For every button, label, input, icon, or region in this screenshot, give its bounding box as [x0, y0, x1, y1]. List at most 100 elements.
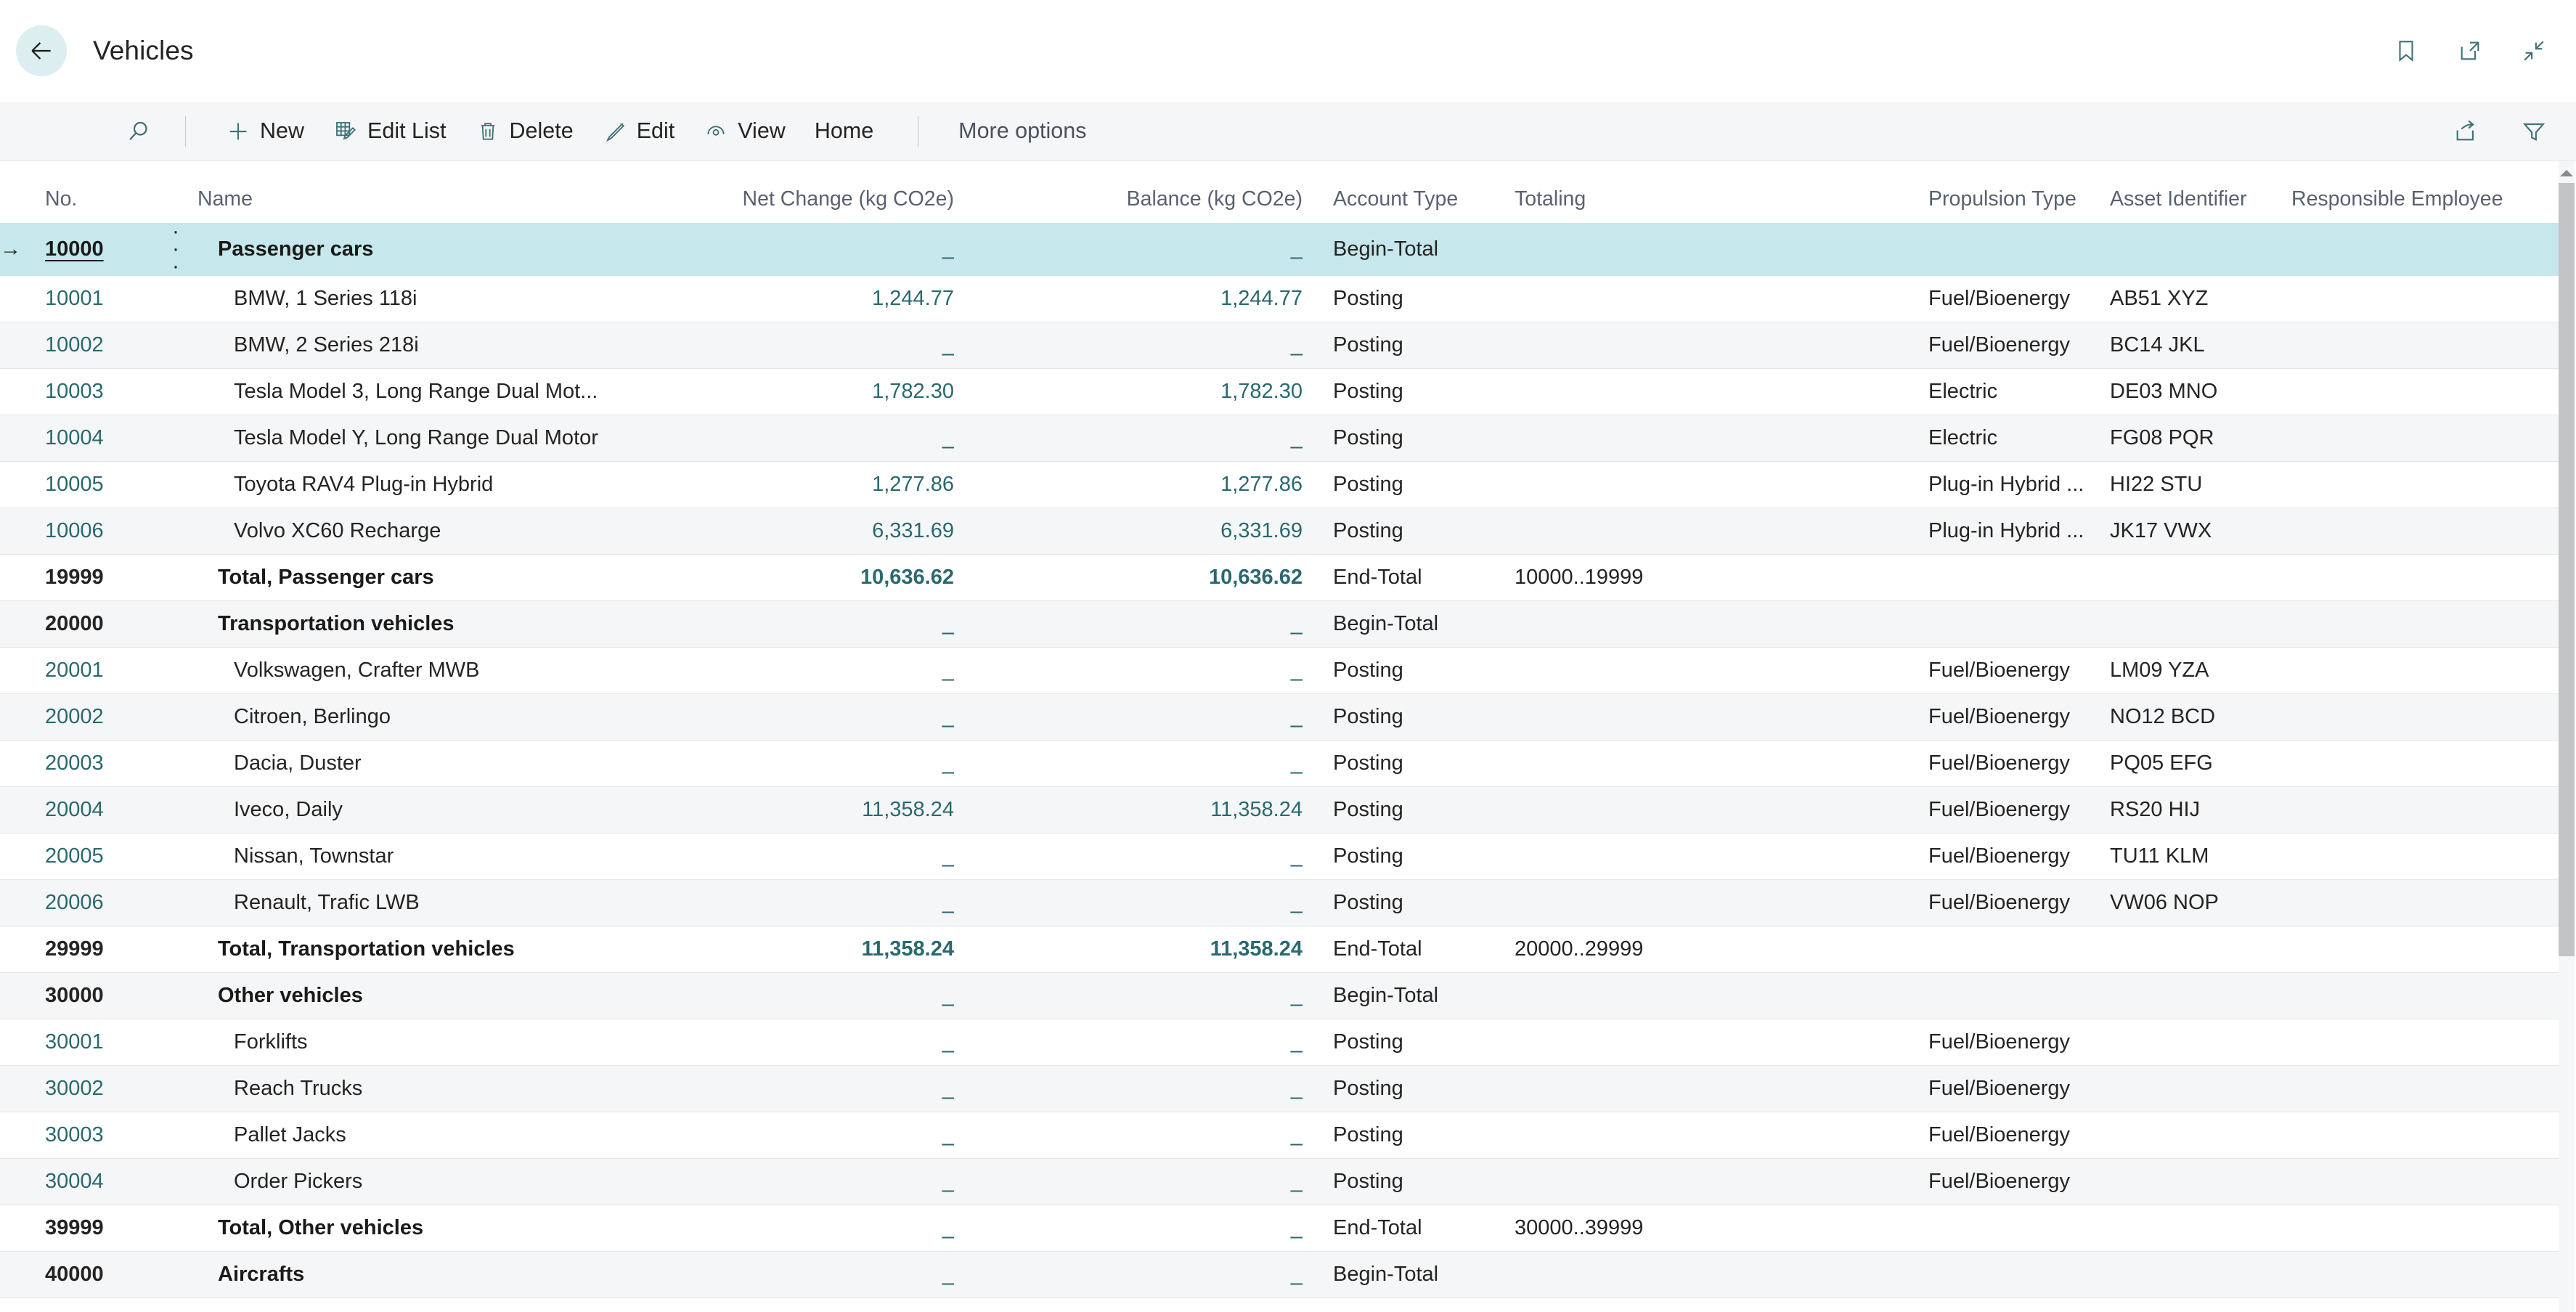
- row-number-link[interactable]: 30003: [45, 1123, 104, 1146]
- vertical-scrollbar[interactable]: [2559, 161, 2575, 1312]
- collapse-icon[interactable]: [2518, 35, 2550, 67]
- cell-no[interactable]: 29999: [45, 926, 154, 973]
- cell-no[interactable]: 20002: [45, 693, 154, 741]
- row-number-link[interactable]: 10001: [45, 287, 104, 310]
- column-header-asset-identifier[interactable]: Asset Identifier: [2092, 161, 2274, 223]
- cell-no[interactable]: 19999: [45, 554, 154, 601]
- edit-list-button[interactable]: Edit List: [321, 110, 459, 153]
- row-number-link[interactable]: 20003: [45, 751, 104, 775]
- column-header-account-type[interactable]: Account Type: [1316, 161, 1497, 223]
- bookmark-icon[interactable]: [2390, 35, 2422, 67]
- table-row[interactable]: 20002 Citroen, Berlingo – – Posting Fuel/Bioe…: [0, 693, 2559, 741]
- table-row[interactable]: 39999 Total, Other vehicles – – End-Total 300…: [0, 1205, 2559, 1252]
- table-row[interactable]: 20003 Dacia, Duster – – Posting Fuel/Bioenerg…: [0, 740, 2559, 787]
- delete-button[interactable]: Delete: [463, 110, 586, 153]
- cell-no[interactable]: 10006: [45, 508, 154, 555]
- row-options-icon[interactable]: · · ·: [154, 223, 197, 275]
- table-row[interactable]: 20005 Nissan, Townstar – – Posting Fuel/Bioen…: [0, 833, 2559, 880]
- table-row[interactable]: 30001 Forklifts – – Posting Fuel/Bioenergy: [0, 1019, 2559, 1066]
- table-row[interactable]: 20000 Transportation vehicles – – Begin-Tota…: [0, 600, 2559, 648]
- table-row[interactable]: 30003 Pallet Jacks – – Posting Fuel/Bioenergy: [0, 1112, 2559, 1159]
- row-number-link[interactable]: 10003: [45, 380, 104, 403]
- cell-no[interactable]: 40000: [45, 1251, 154, 1298]
- cell-responsible-employee: [2274, 879, 2559, 926]
- column-header-totaling[interactable]: Totaling: [1497, 161, 1911, 223]
- cell-no[interactable]: 10001: [45, 275, 154, 322]
- row-number-link[interactable]: 20004: [45, 798, 104, 821]
- cell-no[interactable]: 20004: [45, 786, 154, 834]
- table-row[interactable]: 10002 BMW, 2 Series 218i – – Posting Fuel/Bio…: [0, 322, 2559, 369]
- table-row[interactable]: 10006 Volvo XC60 Recharge 6,331.69 6,331.69…: [0, 508, 2559, 555]
- home-button[interactable]: Home: [802, 110, 886, 153]
- cell-no[interactable]: 30001: [45, 1019, 154, 1066]
- row-number-link[interactable]: 10002: [45, 333, 104, 356]
- row-menu-button[interactable]: · · ·: [154, 223, 197, 276]
- row-number-link[interactable]: 20001: [45, 659, 104, 682]
- row-number-link[interactable]: 20005: [45, 844, 104, 868]
- cell-no[interactable]: 10003: [45, 368, 154, 415]
- cell-no[interactable]: 30004: [45, 1158, 154, 1205]
- cell-no[interactable]: 30003: [45, 1112, 154, 1159]
- back-button[interactable]: [16, 25, 67, 76]
- open-in-new-window-icon[interactable]: [2454, 35, 2486, 67]
- cell-asset-identifier: [2092, 1251, 2274, 1298]
- row-number-link[interactable]: 30000: [45, 984, 104, 1007]
- cell-no[interactable]: 10002: [45, 322, 154, 369]
- table-row[interactable]: 19999 Total, Passenger cars 10,636.62 10,63…: [0, 554, 2559, 601]
- row-number-link[interactable]: 10006: [45, 519, 104, 542]
- cell-no[interactable]: 30002: [45, 1065, 154, 1112]
- row-number-link[interactable]: 29999: [45, 937, 104, 961]
- cell-no[interactable]: 10005: [45, 461, 154, 508]
- row-number-link[interactable]: 30004: [45, 1170, 104, 1193]
- table-row[interactable]: 30002 Reach Trucks – – Posting Fuel/Bioenergy: [0, 1065, 2559, 1112]
- row-number-link[interactable]: 39999: [45, 1216, 104, 1239]
- table-row[interactable]: 20001 Volkswagen, Crafter MWB – – Posting Fue…: [0, 647, 2559, 694]
- cell-no[interactable]: 30000: [45, 972, 154, 1019]
- table-row[interactable]: → 10000 · · · Passenger cars – – Begin-Total: [0, 223, 2559, 276]
- share-icon[interactable]: [2450, 115, 2482, 147]
- table-row[interactable]: 10001 BMW, 1 Series 118i 1,244.77 1,244.77 P…: [0, 275, 2559, 322]
- row-number-link[interactable]: 20000: [45, 612, 104, 635]
- row-number-link[interactable]: 20002: [45, 705, 104, 728]
- more-options-button[interactable]: More options: [946, 118, 1099, 144]
- row-number-link[interactable]: 10005: [45, 473, 104, 496]
- table-row[interactable]: 30000 Other vehicles – – Begin-Total: [0, 972, 2559, 1019]
- table-row[interactable]: 20006 Renault, Trafic LWB – – Posting Fuel/Bi…: [0, 879, 2559, 926]
- column-header-net-change[interactable]: Net Change (kg CO2e): [619, 161, 967, 223]
- view-button[interactable]: View: [691, 110, 798, 153]
- cell-no[interactable]: 20001: [45, 647, 154, 694]
- column-header-responsible-employee[interactable]: Responsible Employee: [2274, 161, 2559, 223]
- cell-no[interactable]: 39999: [45, 1205, 154, 1252]
- table-row[interactable]: 10005 Toyota RAV4 Plug-in Hybrid 1,277.86 1…: [0, 461, 2559, 508]
- row-number-link[interactable]: 19999: [45, 566, 104, 589]
- table-row[interactable]: 10003 Tesla Model 3, Long Range Dual Mot.…: [0, 368, 2559, 415]
- filter-icon[interactable]: [2518, 115, 2550, 147]
- row-number-link[interactable]: 30002: [45, 1077, 104, 1100]
- cell-no[interactable]: 20000: [45, 600, 154, 648]
- row-number-link[interactable]: 30001: [45, 1030, 104, 1054]
- cell-no[interactable]: 10004: [45, 415, 154, 462]
- column-header-propulsion-type[interactable]: Propulsion Type: [1911, 161, 2092, 223]
- table-row[interactable]: 29999 Total, Transportation vehicles 11,35…: [0, 926, 2559, 973]
- cell-responsible-employee: [2274, 1251, 2559, 1298]
- table-row[interactable]: 30004 Order Pickers – – Posting Fuel/Bioenerg…: [0, 1158, 2559, 1205]
- row-number-link[interactable]: 20006: [45, 891, 104, 914]
- cell-no[interactable]: 20005: [45, 833, 154, 880]
- cell-no[interactable]: 20006: [45, 879, 154, 926]
- search-button[interactable]: [120, 113, 158, 150]
- new-button[interactable]: New: [213, 110, 317, 153]
- scrollbar-thumb[interactable]: [2559, 183, 2575, 956]
- column-header-name[interactable]: Name: [197, 161, 619, 223]
- cell-no[interactable]: 10000: [45, 223, 154, 276]
- column-header-balance[interactable]: Balance (kg CO2e): [967, 161, 1316, 223]
- table-row[interactable]: 40000 Aircrafts – – Begin-Total: [0, 1251, 2559, 1298]
- row-number-link[interactable]: 40000: [45, 1263, 104, 1286]
- edit-button[interactable]: Edit: [590, 110, 688, 153]
- cell-no[interactable]: 20003: [45, 740, 154, 787]
- column-header-no[interactable]: No.: [45, 161, 154, 223]
- row-number-link[interactable]: 10000: [45, 237, 104, 261]
- table-row[interactable]: 20004 Iveco, Daily 11,358.24 11,358.24 Posti…: [0, 786, 2559, 834]
- table-row[interactable]: 10004 Tesla Model Y, Long Range Dual Moto…: [0, 415, 2559, 462]
- scroll-up-arrow-icon[interactable]: [2559, 168, 2574, 182]
- row-number-link[interactable]: 10004: [45, 426, 104, 449]
